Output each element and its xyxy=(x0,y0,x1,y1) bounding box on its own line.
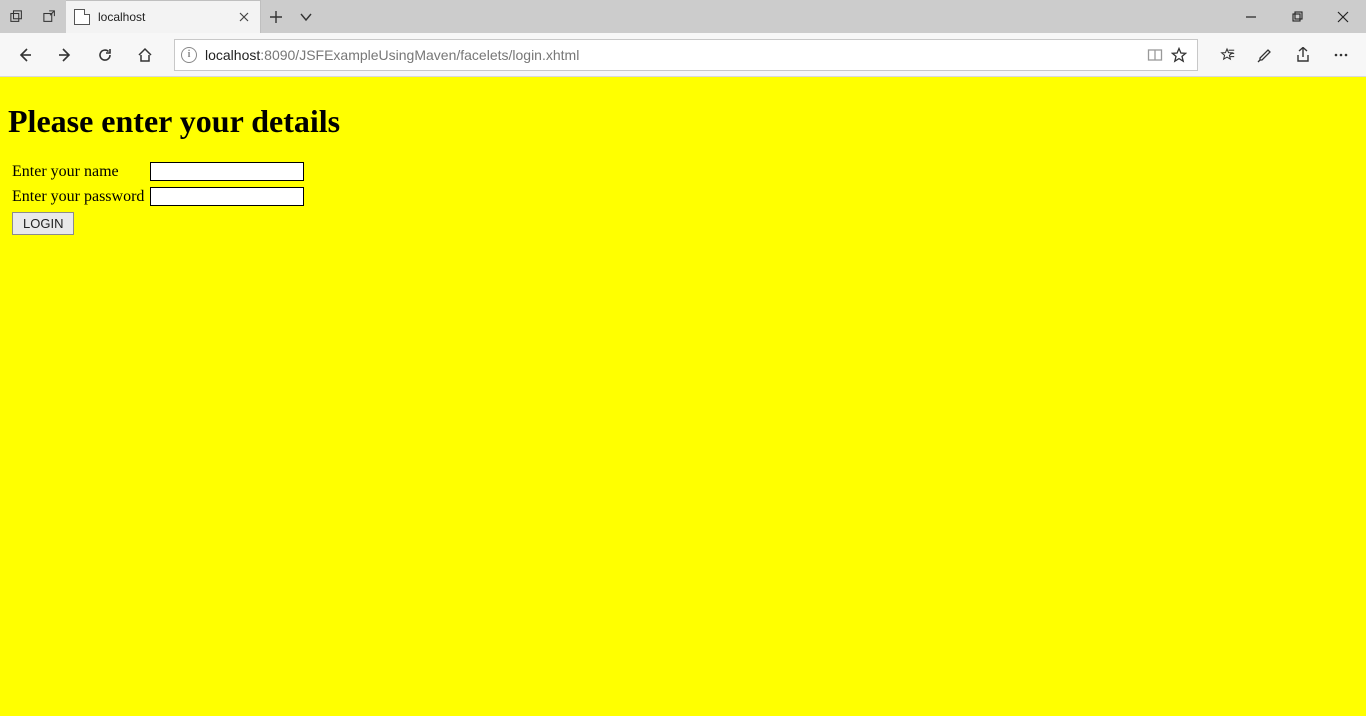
window-titlebar: localhost xyxy=(0,0,1366,33)
browser-tab[interactable]: localhost xyxy=(66,0,261,33)
tab-actions xyxy=(261,0,321,33)
sidebar-tabs-icon[interactable] xyxy=(0,0,33,33)
close-window-button[interactable] xyxy=(1320,0,1366,33)
home-button[interactable] xyxy=(126,37,164,73)
address-bar-actions xyxy=(1147,47,1191,63)
page-icon xyxy=(74,9,90,25)
url-path: :8090/JSFExampleUsingMaven/facelets/logi… xyxy=(260,47,579,63)
reading-view-icon[interactable] xyxy=(1147,47,1163,63)
password-input[interactable] xyxy=(150,187,304,206)
tab-dropdown-icon[interactable] xyxy=(291,0,321,33)
form-row-submit: LOGIN xyxy=(10,210,306,237)
forward-button[interactable] xyxy=(46,37,84,73)
url-text: localhost:8090/JSFExampleUsingMaven/face… xyxy=(205,47,1139,63)
window-controls xyxy=(1228,0,1366,33)
minimize-button[interactable] xyxy=(1228,0,1274,33)
page-content: Please enter your details Enter your nam… xyxy=(0,77,1366,716)
form-row-name: Enter your name xyxy=(10,160,306,183)
login-button[interactable]: LOGIN xyxy=(12,212,74,235)
share-icon[interactable] xyxy=(1284,37,1322,73)
url-host: localhost xyxy=(205,47,260,63)
new-tab-button[interactable] xyxy=(261,0,291,33)
favorite-star-icon[interactable] xyxy=(1171,47,1187,63)
more-menu-icon[interactable] xyxy=(1322,37,1360,73)
favorites-hub-icon[interactable] xyxy=(1208,37,1246,73)
name-input[interactable] xyxy=(150,162,304,181)
toolbar-right xyxy=(1208,37,1360,73)
back-button[interactable] xyxy=(6,37,44,73)
address-bar[interactable]: i localhost:8090/JSFExampleUsingMaven/fa… xyxy=(174,39,1198,71)
site-info-icon[interactable]: i xyxy=(181,47,197,63)
titlebar-left xyxy=(0,0,66,33)
maximize-button[interactable] xyxy=(1274,0,1320,33)
browser-toolbar: i localhost:8090/JSFExampleUsingMaven/fa… xyxy=(0,33,1366,77)
close-tab-icon[interactable] xyxy=(234,7,254,27)
login-form: Enter your name Enter your password LOGI… xyxy=(8,158,308,239)
name-label: Enter your name xyxy=(10,160,146,183)
page-heading: Please enter your details xyxy=(8,103,1358,140)
set-aside-tabs-icon[interactable] xyxy=(33,0,66,33)
tab-title: localhost xyxy=(98,10,226,24)
form-row-password: Enter your password xyxy=(10,185,306,208)
refresh-button[interactable] xyxy=(86,37,124,73)
notes-icon[interactable] xyxy=(1246,37,1284,73)
password-label: Enter your password xyxy=(10,185,146,208)
